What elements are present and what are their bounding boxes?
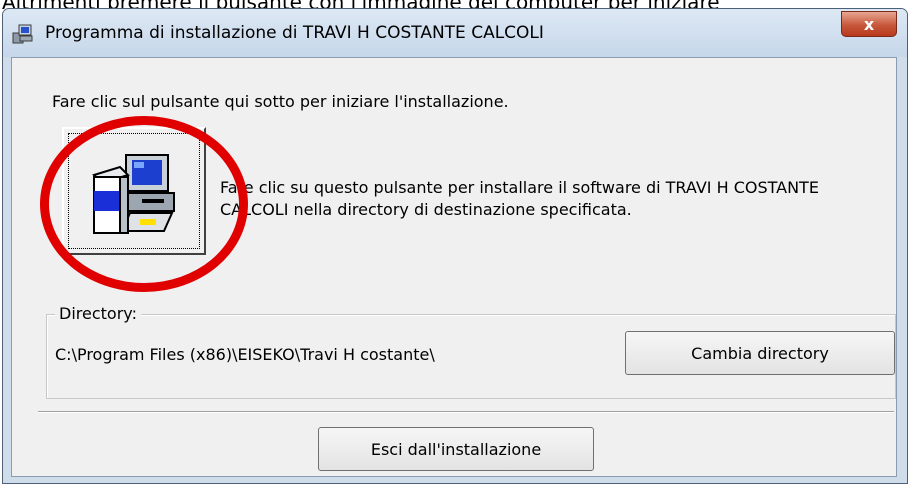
window-title: Programma di installazione di TRAVI H CO… [45,23,544,43]
separator [38,411,894,413]
directory-label: Directory: [55,304,141,323]
computer-setup-icon [92,154,175,234]
installer-window: Programma di installazione di TRAVI H CO… [2,8,908,484]
directory-path: C:\Program Files (x86)\EISEKO\Travi H co… [55,345,435,364]
installer-icon [11,23,33,45]
install-description: Fare clic su questo pulsante per install… [220,178,819,219]
close-icon: x [863,14,875,34]
exit-setup-button[interactable]: Esci dall'installazione [318,427,594,471]
install-button[interactable] [62,127,206,255]
title-bar[interactable]: Programma di installazione di TRAVI H CO… [3,9,907,57]
change-directory-button[interactable]: Cambia directory [625,331,895,375]
directory-group: Directory: C:\Program Files (x86)\EISEKO… [46,304,896,399]
close-button[interactable]: x [841,11,897,37]
intro-text: Fare clic sul pulsante qui sotto per ini… [52,92,509,111]
dialog-body: Fare clic sul pulsante qui sotto per ini… [11,57,897,477]
